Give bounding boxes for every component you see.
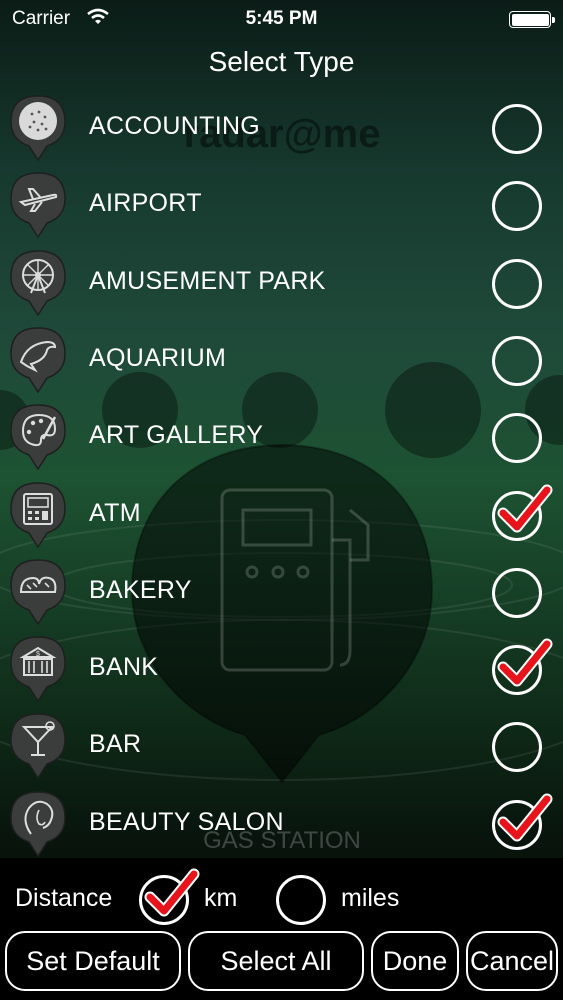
airplane-icon	[10, 172, 66, 239]
woman-face-icon	[10, 791, 66, 858]
clock-label: 5:45 PM	[245, 8, 318, 29]
type-radio-amusement-park[interactable]	[492, 259, 542, 309]
type-label-amusement-park: AMUSEMENT PARK	[89, 267, 326, 295]
miles-label: miles	[341, 884, 400, 912]
list-item[interactable]: AIRPORT	[0, 167, 563, 244]
type-label-accounting: ACCOUNTING	[89, 112, 261, 140]
set-default-button[interactable]: Set Default	[5, 931, 181, 991]
type-radio-accounting[interactable]	[492, 104, 542, 154]
ferris-wheel-icon	[10, 250, 66, 317]
miles-radio[interactable]	[276, 875, 326, 925]
type-label-beauty-salon: BEAUTY SALON	[89, 808, 284, 836]
type-radio-bank[interactable]	[492, 638, 553, 695]
list-item[interactable]: BAR	[0, 708, 563, 785]
accounting-icon	[10, 95, 66, 162]
svg-text:$: $	[36, 651, 40, 658]
type-radio-aquarium[interactable]	[492, 336, 542, 386]
type-label-atm: ATM	[89, 499, 141, 527]
type-label-aquarium: AQUARIUM	[89, 344, 227, 372]
list-item[interactable]: $ BANK	[0, 631, 563, 708]
page-title: Select Type	[208, 46, 355, 77]
checkmark-icon	[144, 868, 200, 917]
bank-icon: $	[10, 636, 66, 703]
list-item[interactable]: ACCOUNTING	[0, 90, 563, 167]
dolphin-icon	[10, 327, 66, 394]
type-label-bank: BANK	[89, 653, 159, 681]
list-item[interactable]: AMUSEMENT PARK	[0, 245, 563, 322]
palette-icon	[10, 404, 66, 471]
cancel-button[interactable]: Cancel	[466, 931, 558, 991]
type-radio-beauty-salon[interactable]	[492, 793, 553, 850]
checkmark-icon	[497, 638, 553, 687]
bread-icon	[10, 559, 66, 626]
type-label-bakery: BAKERY	[89, 576, 192, 604]
type-radio-atm[interactable]	[492, 484, 553, 541]
list-item[interactable]: AQUARIUM	[0, 322, 563, 399]
type-label-art-gallery: ART GALLERY	[89, 421, 264, 449]
select-all-button[interactable]: Select All	[188, 931, 364, 991]
select-type-screen: radar@me GAS STATION Carrier 5:45 PM Sel…	[0, 0, 563, 1000]
type-radio-bakery[interactable]	[492, 568, 542, 618]
status-bar: Carrier 5:45 PM	[0, 0, 563, 40]
list-item[interactable]: BEAUTY SALON	[0, 786, 563, 858]
type-list: ACCOUNTING AIRPORT AMUSEMENT PARK AQUARIUM A…	[0, 90, 563, 858]
checkmark-icon	[497, 484, 553, 533]
list-item[interactable]: BAKERY	[0, 554, 563, 631]
type-radio-art-gallery[interactable]	[492, 413, 542, 463]
type-radio-airport[interactable]	[492, 181, 542, 231]
km-radio[interactable]	[139, 868, 200, 925]
type-radio-bar[interactable]	[492, 722, 542, 772]
type-label-airport: AIRPORT	[89, 189, 202, 217]
list-item[interactable]: ART GALLERY	[0, 399, 563, 476]
cocktail-icon	[10, 713, 66, 780]
battery-icon	[509, 11, 555, 28]
done-button[interactable]: Done	[371, 931, 459, 991]
distance-label: Distance	[15, 884, 113, 912]
bottom-toolbar: Distance km miles Set Default Select All…	[0, 858, 563, 1000]
type-label-bar: BAR	[89, 730, 142, 758]
checkmark-icon	[497, 793, 553, 842]
list-item[interactable]: ATM	[0, 477, 563, 554]
km-label: km	[204, 884, 238, 912]
atm-icon	[10, 482, 66, 549]
